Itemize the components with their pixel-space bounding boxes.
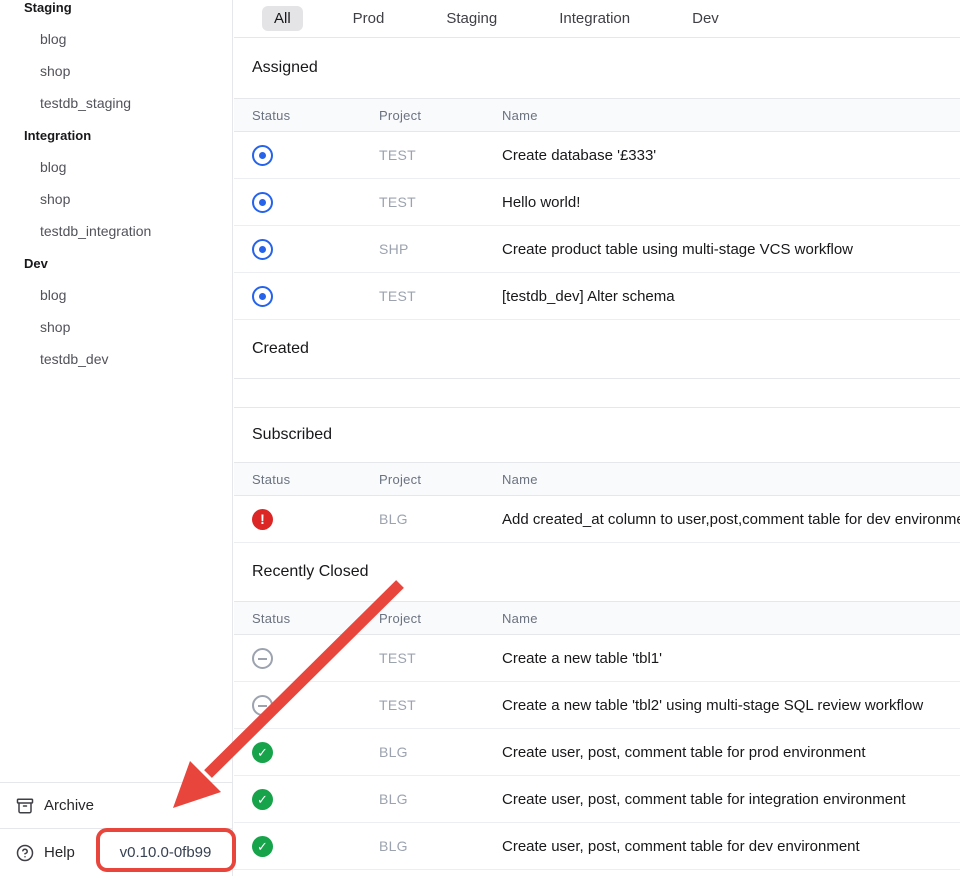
issue-name: Create a new table 'tbl2' using multi-st… <box>502 697 960 714</box>
issue-project: TEST <box>379 650 502 666</box>
issue-done-icon <box>252 836 273 857</box>
table-row[interactable]: BLG Create user, post, comment table for… <box>234 776 960 823</box>
issue-canceled-icon <box>252 648 273 669</box>
sidebar-section-integration[interactable]: Integration <box>0 119 232 151</box>
issue-open-icon <box>252 145 273 166</box>
sidebar-footer: Archive Help v0.10.0-0fb99 <box>0 782 232 876</box>
tab-staging[interactable]: Staging <box>434 6 509 31</box>
sidebar-item-integration-blog[interactable]: blog <box>0 151 232 183</box>
issue-name: Create product table using multi-stage V… <box>502 241 960 258</box>
table-row[interactable]: BLG Create user, post, comment table for… <box>234 823 960 870</box>
tab-prod[interactable]: Prod <box>341 6 397 31</box>
sidebar: Staging blog shop testdb_staging Integra… <box>0 0 233 876</box>
empty-table-created <box>234 378 960 408</box>
issue-project: BLG <box>379 511 502 527</box>
issue-open-icon <box>252 192 273 213</box>
tab-dev[interactable]: Dev <box>680 6 731 31</box>
column-header-status: Status <box>252 611 379 626</box>
sidebar-item-integration-shop[interactable]: shop <box>0 183 232 215</box>
table-row[interactable]: TEST Hello world! <box>234 179 960 226</box>
column-header-name: Name <box>502 611 960 626</box>
help-row: Help v0.10.0-0fb99 <box>0 828 232 876</box>
issue-project: BLG <box>379 744 502 760</box>
sidebar-item-testdb-staging[interactable]: testdb_staging <box>0 87 232 119</box>
table-row[interactable]: TEST Create database '£333' <box>234 132 960 179</box>
table-row[interactable]: TEST Create a new table 'tbl1' <box>234 635 960 682</box>
issue-project: TEST <box>379 288 502 304</box>
issue-name: [testdb_dev] Alter schema <box>502 288 960 305</box>
help-icon <box>16 844 34 862</box>
column-header-project: Project <box>379 611 502 626</box>
table-header: Status Project Name <box>234 462 960 496</box>
dashboard-page: Staging blog shop testdb_staging Integra… <box>0 0 960 876</box>
archive-link[interactable]: Archive <box>0 782 232 828</box>
archive-label: Archive <box>44 797 94 814</box>
tab-integration[interactable]: Integration <box>547 6 642 31</box>
section-title-recently-closed: Recently Closed <box>234 543 960 601</box>
column-header-status: Status <box>252 108 379 123</box>
table-row[interactable]: BLG Create user, post, comment table for… <box>234 729 960 776</box>
table-row[interactable]: SHP Create product table using multi-sta… <box>234 226 960 273</box>
database-tree: Staging blog shop testdb_staging Integra… <box>0 0 232 375</box>
sidebar-item-dev-shop[interactable]: shop <box>0 311 232 343</box>
column-header-name: Name <box>502 472 960 487</box>
sidebar-item-dev-blog[interactable]: blog <box>0 279 232 311</box>
sidebar-item-testdb-integration[interactable]: testdb_integration <box>0 215 232 247</box>
issue-done-icon <box>252 742 273 763</box>
issue-project: BLG <box>379 838 502 854</box>
column-header-project: Project <box>379 472 502 487</box>
issue-project: BLG <box>379 791 502 807</box>
issue-open-icon <box>252 239 273 260</box>
tab-all[interactable]: All <box>262 6 303 31</box>
issue-name: Create user, post, comment table for int… <box>502 791 960 808</box>
issue-name: Create database '£333' <box>502 147 960 164</box>
issue-error-icon <box>252 509 273 530</box>
issue-done-icon <box>252 789 273 810</box>
section-title-assigned: Assigned <box>234 38 960 98</box>
issue-name: Create user, post, comment table for dev… <box>502 838 960 855</box>
main-content: All Prod Staging Integration Dev Assigne… <box>234 0 960 876</box>
version-badge[interactable]: v0.10.0-0fb99 <box>97 829 234 876</box>
table-row[interactable]: TEST [testdb_dev] Alter schema <box>234 273 960 320</box>
column-header-project: Project <box>379 108 502 123</box>
archive-icon <box>16 797 34 815</box>
table-header: Status Project Name <box>234 601 960 635</box>
issue-project: TEST <box>379 147 502 163</box>
issue-canceled-icon <box>252 695 273 716</box>
section-title-subscribed: Subscribed <box>234 408 960 462</box>
help-label[interactable]: Help <box>44 844 75 861</box>
issue-name: Hello world! <box>502 194 960 211</box>
column-header-name: Name <box>502 108 960 123</box>
column-header-status: Status <box>252 472 379 487</box>
issue-name: Create a new table 'tbl1' <box>502 650 960 667</box>
issue-project: TEST <box>379 194 502 210</box>
table-header: Status Project Name <box>234 98 960 132</box>
sidebar-item-staging-shop[interactable]: shop <box>0 55 232 87</box>
issue-name: Create user, post, comment table for pro… <box>502 744 960 761</box>
sidebar-section-dev[interactable]: Dev <box>0 247 232 279</box>
section-title-created: Created <box>234 320 960 378</box>
table-row[interactable]: BLG Add created_at column to user,post,c… <box>234 496 960 543</box>
sidebar-item-testdb-dev[interactable]: testdb_dev <box>0 343 232 375</box>
issue-open-icon <box>252 286 273 307</box>
issue-name: Add created_at column to user,post,comme… <box>502 511 960 528</box>
issue-project: SHP <box>379 241 502 257</box>
issue-project: TEST <box>379 697 502 713</box>
table-row[interactable]: TEST Create a new table 'tbl2' using mul… <box>234 682 960 729</box>
sidebar-item-staging-blog[interactable]: blog <box>0 23 232 55</box>
environment-tabs: All Prod Staging Integration Dev <box>234 0 960 38</box>
sidebar-section-staging[interactable]: Staging <box>0 0 232 23</box>
